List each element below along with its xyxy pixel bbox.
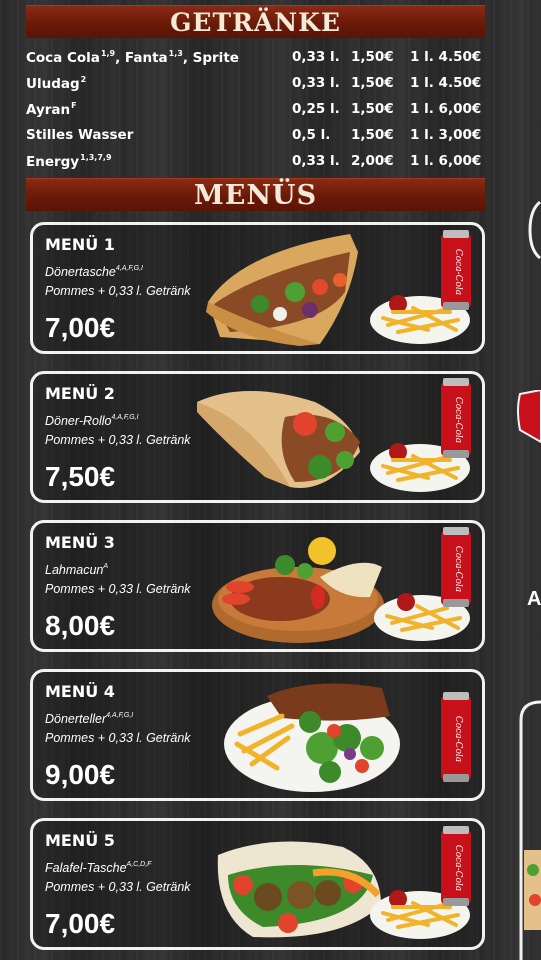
menus-section-title: MENÜS (193, 179, 318, 211)
doener-tasche-image (206, 234, 358, 346)
drink-size: 0,25 l. (292, 101, 340, 117)
drinks-section-title: GETRÄNKE (170, 7, 341, 37)
cola-can-image: Coca-Cola (441, 692, 471, 782)
menu-dish: LahmacunA (45, 563, 109, 577)
menu-title: MENÜ 1 (45, 235, 115, 254)
menu-title: MENÜ 2 (45, 384, 115, 403)
drink-size: 0,33 l. (292, 153, 340, 169)
drink-row: AyranF 0,25 l. 1,50€ 1 l. 6,00€ (26, 99, 496, 125)
drink-name: Stilles Wasser (26, 127, 134, 143)
doener-rollo-image (197, 391, 360, 488)
drink-large-price: 1 l. 4.50€ (410, 75, 482, 91)
drink-name: Energy1,3,7,9 (26, 153, 112, 170)
menu-extras: Pommes + 0,33 l. Getränk (45, 731, 191, 745)
drink-size: 0,5 l. (292, 127, 331, 143)
menu-extras: Pommes + 0,33 l. Getränk (45, 284, 191, 298)
menu-extras: Pommes + 0,33 l. Getränk (45, 880, 191, 894)
cola-can-image: Coca-Cola (441, 826, 471, 906)
menu-title: MENÜ 3 (45, 533, 115, 552)
drink-name: AyranF (26, 101, 77, 118)
lahmacun-image (212, 537, 384, 643)
cola-can-image: Coca-Cola (441, 230, 471, 310)
menu-dish: Döner-Rollo4,A,F,G,I (45, 414, 139, 428)
side-letter-fragment: A (527, 588, 541, 610)
drinks-section-banner: GETRÄNKE (26, 5, 485, 38)
drink-size: 0,33 l. (292, 75, 340, 91)
drink-large-price: 1 l. 6,00€ (410, 153, 482, 169)
drink-row: Coca Cola1,9, Fanta1,3, Sprite 0,33 l. 1… (26, 47, 496, 73)
drink-price: 1,50€ (351, 75, 394, 91)
menu-price: 7,50€ (45, 461, 116, 492)
menu-price: 7,00€ (45, 908, 116, 939)
can-label: Coca-Cola (453, 546, 463, 592)
cola-can-image: Coca-Cola (441, 527, 471, 607)
drink-large-price: 1 l. 6,00€ (410, 101, 482, 117)
menu-price: 9,00€ (45, 759, 116, 790)
menus-section-banner: MENÜS (26, 178, 485, 211)
drink-name: Coca Cola1,9, Fanta1,3, Sprite (26, 49, 239, 66)
drink-price: 2,00€ (351, 153, 394, 169)
can-label: Coca-Cola (453, 845, 463, 891)
menu-dish: Dönertasche4,A,F,G,I (45, 265, 143, 279)
drink-price: 1,50€ (351, 127, 394, 143)
drink-size: 0,33 l. (292, 49, 340, 65)
side-border-fragment (528, 200, 541, 260)
drink-name: Uludag2 (26, 75, 87, 92)
drink-price: 1,50€ (351, 101, 394, 117)
drink-row: Uludag2 0,33 l. 1,50€ 1 l. 4.50€ (26, 73, 496, 99)
menu-extras: Pommes + 0,33 l. Getränk (45, 582, 191, 596)
drink-price: 1,50€ (351, 49, 394, 65)
drink-row: Energy1,3,7,9 0,33 l. 2,00€ 1 l. 6,00€ (26, 151, 496, 177)
menu-dish: Dönerteller4,A,F,G,I (45, 712, 134, 726)
menu-title: MENÜ 4 (45, 682, 115, 701)
can-label: Coca-Cola (453, 249, 463, 295)
menu-title: MENÜ 5 (45, 831, 115, 850)
side-panel-fragment (519, 700, 541, 960)
falafel-tasche-image (217, 841, 381, 938)
menu-extras: Pommes + 0,33 l. Getränk (45, 433, 191, 447)
drink-large-price: 1 l. 4.50€ (410, 49, 482, 65)
can-label: Coca-Cola (453, 716, 463, 762)
cola-can-image: Coca-Cola (441, 378, 471, 458)
menu-price: 8,00€ (45, 610, 116, 641)
drinks-list: Coca Cola1,9, Fanta1,3, Sprite 0,33 l. 1… (26, 47, 496, 177)
drink-row: Stilles Wasser 0,5 l. 1,50€ 1 l. 3,00€ (26, 125, 496, 151)
side-red-badge-fragment (517, 390, 541, 444)
menu-price: 7,00€ (45, 312, 116, 343)
drink-large-price: 1 l. 3,00€ (410, 127, 482, 143)
can-label: Coca-Cola (453, 397, 463, 443)
menu-dish: Falafel-TascheA,C,D,F (45, 861, 152, 875)
doener-teller-image (224, 683, 400, 792)
